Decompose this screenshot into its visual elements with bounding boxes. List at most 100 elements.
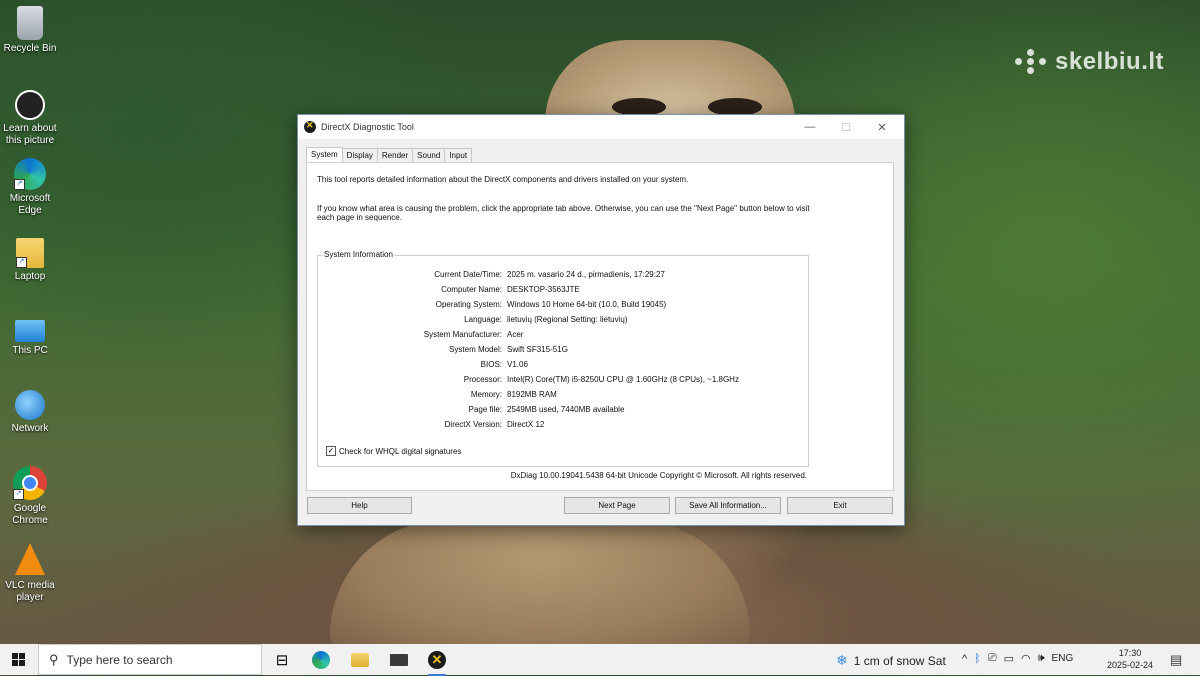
language-indicator[interactable]: ENG xyxy=(1052,653,1074,664)
info-value: 2549MB used, 7440MB available xyxy=(507,405,625,414)
system-tray: ^ ᛒ ⎚ ▭ ◠ 🕪 ENG xyxy=(962,652,1073,665)
desktop-icon-recycle-bin[interactable]: Recycle Bin xyxy=(0,6,60,55)
minimize-button[interactable]: — xyxy=(792,115,828,139)
desktop-icon-edge[interactable]: ↗ Microsoft Edge xyxy=(0,158,60,217)
info-value: Intel(R) Core(TM) i5-8250U CPU @ 1.60GHz… xyxy=(507,375,739,384)
taskbar-mail-icon[interactable] xyxy=(388,649,410,671)
directx-diagnostic-window: DirectX Diagnostic Tool — ☐ ✕ System Dis… xyxy=(297,114,905,526)
meet-now-icon[interactable]: ⎚ xyxy=(988,652,997,665)
whql-checkbox[interactable]: ✓ xyxy=(326,446,336,456)
tab-system[interactable]: System xyxy=(306,147,343,162)
desktop-icon-vlc[interactable]: VLC media player xyxy=(0,543,60,604)
tab-sound[interactable]: Sound xyxy=(412,148,446,163)
exit-button[interactable]: Exit xyxy=(787,497,893,514)
close-button[interactable]: ✕ xyxy=(864,115,900,139)
vlc-icon xyxy=(13,543,47,577)
desktop-icon-chrome[interactable]: ↗ Google Chrome xyxy=(0,466,60,527)
shortcut-arrow-icon: ↗ xyxy=(13,489,24,500)
info-label: System Manufacturer: xyxy=(423,330,502,339)
chrome-icon: ↗ xyxy=(13,466,47,500)
info-value: 2025 m. vasario 24 d., pirmadienis, 17:2… xyxy=(507,270,665,279)
wifi-icon[interactable]: ◠ xyxy=(1021,652,1031,665)
clock-time: 17:30 xyxy=(1118,648,1142,658)
watermark: skelbiu.lt xyxy=(1015,48,1164,76)
info-value: Swift SF315-51G xyxy=(507,345,568,354)
next-page-button[interactable]: Next Page xyxy=(564,497,670,514)
info-value: DirectX 12 xyxy=(507,420,545,429)
shortcut-arrow-icon: ↗ xyxy=(16,257,27,268)
learn-picture-icon xyxy=(15,90,45,120)
info-label: Page file: xyxy=(468,405,502,414)
info-label: Language: xyxy=(464,315,502,324)
taskbar-directx-icon[interactable]: ✕ xyxy=(426,649,448,676)
weather-text: 1 cm of snow Sat xyxy=(853,653,946,668)
edge-icon: ↗ xyxy=(14,158,46,190)
info-label: DirectX Version: xyxy=(444,420,502,429)
desktop-icon-network[interactable]: Network xyxy=(0,390,60,435)
desktop-icon-label: Recycle Bin xyxy=(3,43,57,54)
windows-logo-icon xyxy=(11,653,25,666)
info-label: BIOS: xyxy=(480,360,502,369)
snow-icon: ❄ xyxy=(836,652,848,668)
tab-input[interactable]: Input xyxy=(444,148,473,163)
start-button[interactable] xyxy=(0,644,36,675)
bluetooth-icon[interactable]: ᛒ xyxy=(974,653,981,665)
weather-widget[interactable]: ❄ 1 cm of snow Sat xyxy=(836,652,946,669)
watermark-logo-icon xyxy=(1015,49,1047,75)
info-value: V1.06 xyxy=(507,360,528,369)
info-row-model: System Model: Swift SF315-51G xyxy=(318,345,808,357)
system-tab-panel: This tool reports detailed information a… xyxy=(306,162,894,491)
taskbar-search-box[interactable]: ⚲ Type here to search xyxy=(38,644,262,675)
info-row-page-file: Page file: 2549MB used, 7440MB available xyxy=(318,405,808,417)
desktop-icon-learn-picture[interactable]: Learn about this picture xyxy=(0,86,60,147)
watermark-text: skelbiu.lt xyxy=(1055,48,1165,75)
info-row-memory: Memory: 8192MB RAM xyxy=(318,390,808,402)
network-icon xyxy=(15,390,45,420)
task-view-icon[interactable]: ⊟ xyxy=(271,649,293,671)
desktop-icon-label: This PC xyxy=(12,345,48,356)
info-value: 8192MB RAM xyxy=(507,390,557,399)
recycle-bin-icon xyxy=(17,6,43,40)
whql-label: Check for WHQL digital signatures xyxy=(339,446,462,456)
info-label: Operating System: xyxy=(435,300,502,309)
taskbar-file-explorer-icon[interactable] xyxy=(349,649,371,671)
tab-display[interactable]: Display xyxy=(341,148,378,163)
notification-center-icon[interactable]: ▤ xyxy=(1170,652,1182,668)
intro-text: This tool reports detailed information a… xyxy=(317,175,689,184)
folder-icon: ↗ xyxy=(16,238,44,268)
info-value: lietuvių (Regional Setting: lietuvių) xyxy=(507,315,628,324)
taskbar: ⚲ Type here to search ⊟ ✕ ❄ 1 cm of snow… xyxy=(0,644,1200,676)
taskbar-edge-icon[interactable] xyxy=(310,649,332,671)
save-all-information-button[interactable]: Save All Information... xyxy=(675,497,781,514)
show-hidden-icons-chevron-icon[interactable]: ^ xyxy=(962,653,967,665)
info-row-date-time: Current Date/Time: 2025 m. vasario 24 d.… xyxy=(318,270,808,282)
desktop-icon-label: Network xyxy=(11,423,49,434)
taskbar-clock[interactable]: 17:30 2025-02-24 xyxy=(1102,647,1158,671)
shortcut-arrow-icon: ↗ xyxy=(14,179,25,190)
dxdiag-version-footer: DxDiag 10.00.19041.5438 64-bit Unicode C… xyxy=(510,471,807,480)
whql-checkbox-row[interactable]: ✓ Check for WHQL digital signatures xyxy=(326,446,461,456)
info-value: Acer xyxy=(507,330,524,339)
directx-app-icon xyxy=(304,120,316,133)
desktop-icon-label: Learn about this picture xyxy=(3,123,57,146)
tab-bar: System Display Render Sound Input xyxy=(306,147,473,163)
info-row-operating-system: Operating System: Windows 10 Home 64-bit… xyxy=(318,300,808,312)
desktop-icon-laptop[interactable]: ↗ Laptop xyxy=(0,238,60,283)
tab-render[interactable]: Render xyxy=(376,148,414,163)
info-row-bios: BIOS: V1.06 xyxy=(318,360,808,372)
info-row-manufacturer: System Manufacturer: Acer xyxy=(318,330,808,342)
maximize-button[interactable]: ☐ xyxy=(828,115,864,139)
volume-icon[interactable]: 🕪 xyxy=(1038,652,1045,665)
info-value: Windows 10 Home 64-bit (10.0, Build 1904… xyxy=(507,300,667,309)
info-label: Memory: xyxy=(470,390,502,399)
help-button[interactable]: Help xyxy=(307,497,412,514)
window-titlebar[interactable]: DirectX Diagnostic Tool — ☐ ✕ xyxy=(298,115,904,139)
info-value: DESKTOP-3563JTE xyxy=(507,285,580,294)
info-label: Computer Name: xyxy=(441,285,502,294)
wallpaper-meerkat-body xyxy=(330,520,750,650)
system-information-group: System Information Current Date/Time: 20… xyxy=(317,250,809,467)
desktop-icon-this-pc[interactable]: This PC xyxy=(0,314,60,357)
battery-icon[interactable]: ▭ xyxy=(1004,652,1014,665)
group-title: System Information xyxy=(323,250,394,259)
info-row-language: Language: lietuvių (Regional Setting: li… xyxy=(318,315,808,327)
